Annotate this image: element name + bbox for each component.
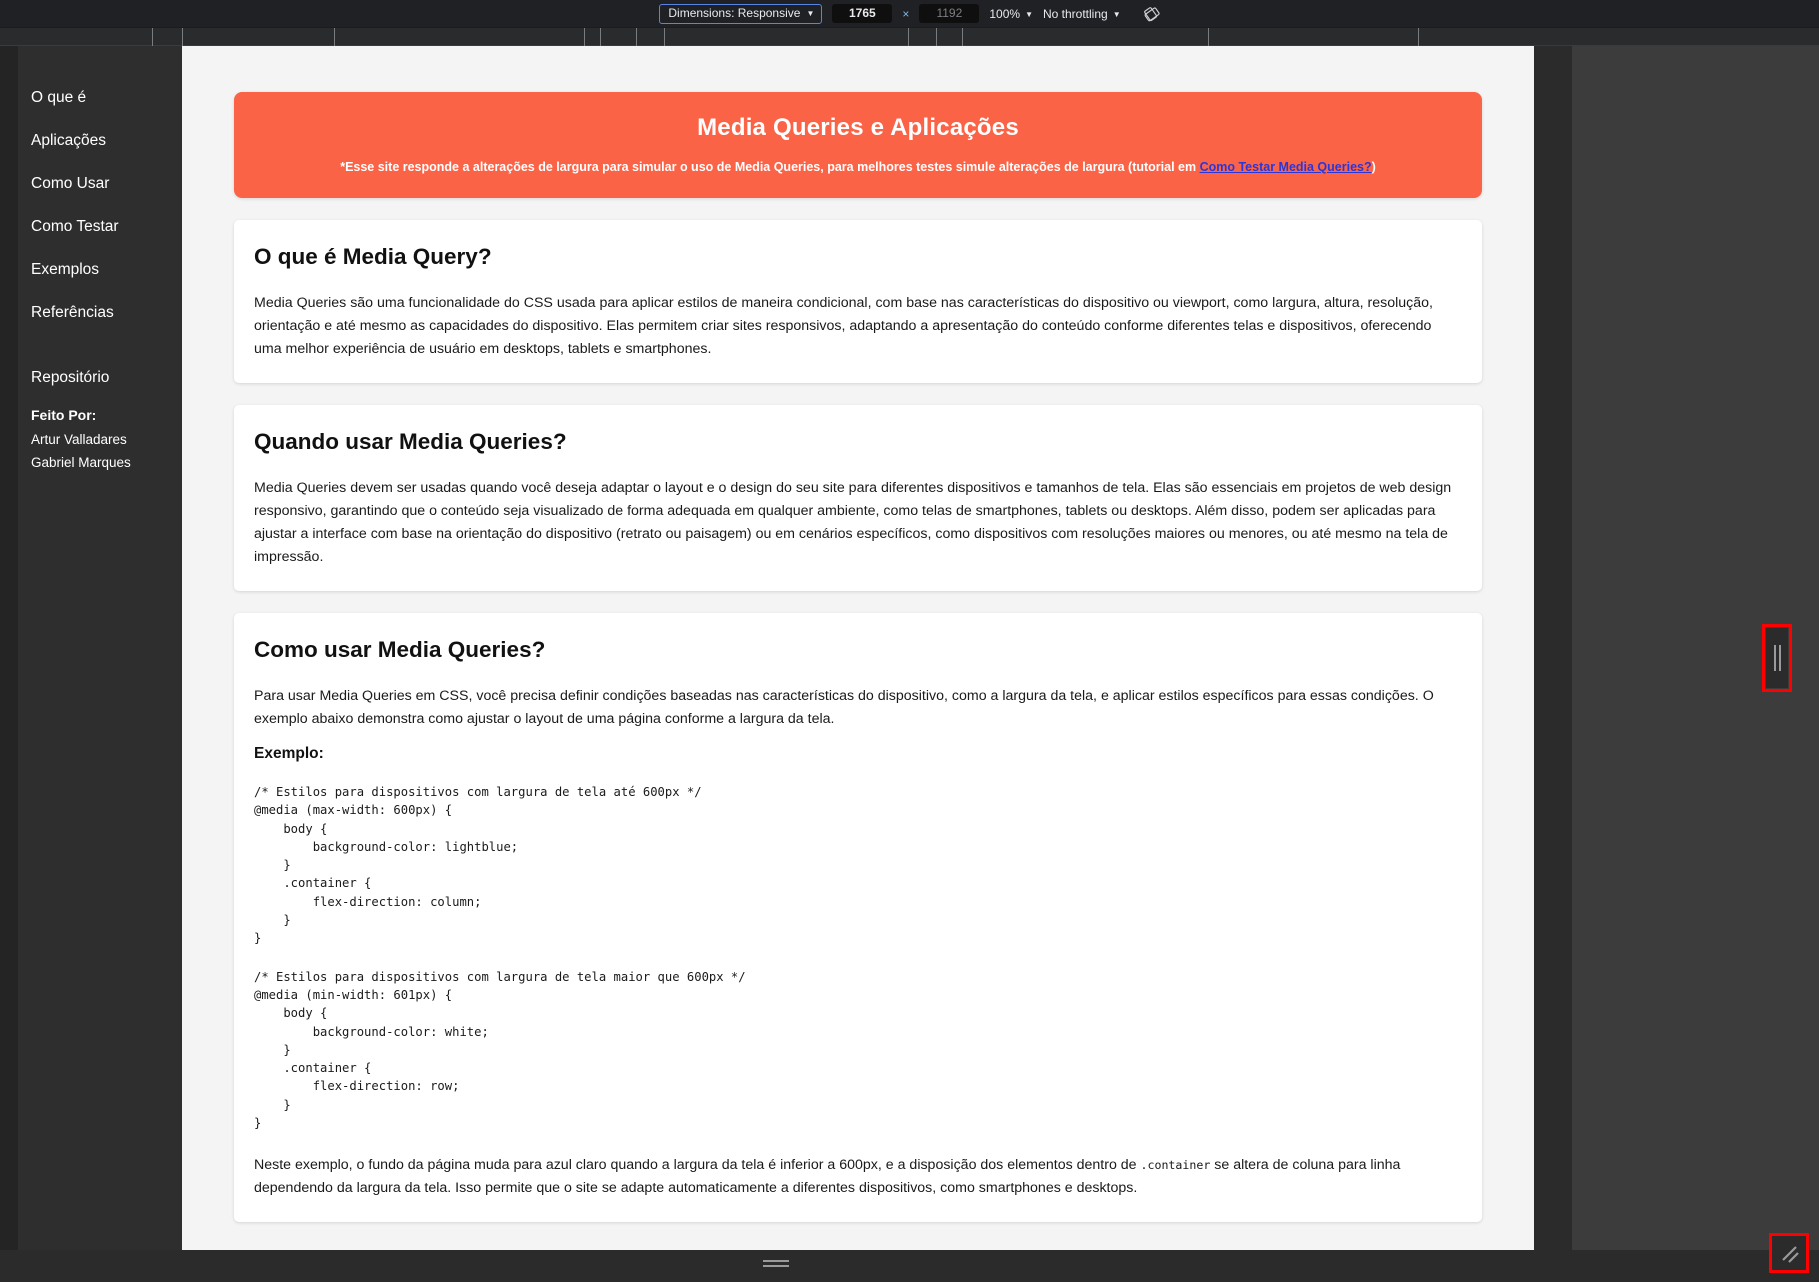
ruler-tick [936,28,937,46]
card-como-usar: Como usar Media Queries? Para usar Media… [234,613,1482,1223]
page-left-gutter [0,46,18,1250]
banner-subtitle-prefix: *Esse site responde a alterações de larg… [340,160,1200,174]
device-toolbar: Dimensions: Responsive ▼ 1765 × 1192 100… [0,0,1819,28]
sidebar-item-referencias[interactable]: Referências [18,291,182,334]
ruler-tick [962,28,963,46]
ruler-tick [152,28,153,46]
card-o-que-e: O que é Media Query? Media Queries são u… [234,220,1482,383]
credit-author-2: Gabriel Marques [31,454,131,470]
ruler-tick [182,28,183,46]
page-title: Media Queries e Aplicações [697,114,1019,141]
card-closing-text: Neste exemplo, o fundo da página muda pa… [254,1154,1462,1200]
dimensions-dropdown-label: Dimensions: Responsive [668,6,801,20]
sidebar-item-repositorio[interactable]: Repositório [18,356,182,399]
chevron-down-icon: ▼ [1112,9,1121,19]
rotate-device-icon[interactable] [1143,5,1160,22]
ruler-tick [636,28,637,46]
code-block-min-width: /* Estilos para dispositivos com largura… [254,969,746,1131]
page-banner: Media Queries e Aplicações *Esse site re… [234,92,1482,198]
card-heading: Quando usar Media Queries? [254,429,567,454]
ruler-tick [908,28,909,46]
inline-code-container: .container [1140,1158,1211,1173]
banner-subtitle-suffix: ) [1371,160,1376,174]
card-body: Media Queries devem ser usadas quando vo… [254,480,1452,565]
code-block-max-width: /* Estilos para dispositivos com largura… [254,785,702,946]
credits-title: Feito Por: [31,407,97,424]
ruler-tick [1418,28,1419,46]
grip-lines-icon [1773,645,1781,671]
sidebar-item-como-usar[interactable]: Como Usar [18,162,182,205]
device-frame-edge [1534,46,1572,1250]
card-body: Media Queries são uma funcionalidade do … [254,295,1433,357]
sidebar-nav-list: O que é Aplicações Como Usar Como Testar… [18,46,182,399]
sidebar: O que é Aplicações Como Usar Como Testar… [18,46,182,1250]
banner-subtitle: *Esse site responde a alterações de larg… [254,160,1462,174]
diagonal-grip-icon [1782,1246,1799,1263]
ruler-tick [600,28,601,46]
resize-handle-corner[interactable] [1772,1236,1806,1270]
device-viewport: Media Queries e Aplicações *Esse site re… [182,46,1534,1250]
viewport-height-input[interactable]: 1192 [919,4,980,23]
closing-text-part-1: Neste exemplo, o fundo da página muda pa… [254,1157,1141,1174]
chevron-down-icon: ▼ [1025,9,1033,19]
resize-handle-right[interactable] [1766,628,1788,688]
viewport-width-input[interactable]: 1765 [832,4,893,23]
card-heading: Como usar Media Queries? [254,637,546,662]
devtools-backdrop-bottom [0,1250,1819,1282]
example-label: Exemplo: [254,745,324,762]
sidebar-item-como-testar[interactable]: Como Testar [18,205,182,248]
card-body: Para usar Media Queries em CSS, você pre… [254,688,1434,727]
card-heading: O que é Media Query? [254,244,492,269]
sidebar-spacer [18,334,182,356]
throttling-dropdown-label: No throttling [1043,6,1108,21]
dimensions-dropdown[interactable]: Dimensions: Responsive ▼ [659,3,823,24]
zoom-dropdown[interactable]: 100% ▼ [989,7,1033,21]
zoom-dropdown-label: 100% [989,6,1021,21]
chevron-down-icon: ▼ [806,9,815,18]
card-quando-usar: Quando usar Media Queries? Media Queries… [234,405,1482,591]
sidebar-item-exemplos[interactable]: Exemplos [18,248,182,291]
main-content: Media Queries e Aplicações *Esse site re… [182,46,1534,1250]
como-testar-media-queries-link[interactable]: Como Testar Media Queries? [1199,160,1372,174]
ruler-tick [664,28,665,46]
sidebar-item-o-que-e[interactable]: O que é [18,76,182,119]
dimensions-multiply-symbol: × [902,6,910,21]
viewport-ruler [0,28,1819,46]
sidebar-item-aplicacoes[interactable]: Aplicações [18,119,182,162]
ruler-tick [1208,28,1209,46]
sidebar-credits: Feito Por: Artur Valladares Gabriel Marq… [18,399,182,470]
resize-handle-bottom[interactable] [746,1252,806,1274]
throttling-dropdown[interactable]: No throttling ▼ [1043,7,1121,21]
ruler-tick [584,28,585,46]
credit-author-1: Artur Valladares [31,432,127,448]
rendered-page: Media Queries e Aplicações *Esse site re… [182,46,1534,1250]
grip-lines-icon [763,1259,789,1267]
ruler-tick [334,28,335,46]
